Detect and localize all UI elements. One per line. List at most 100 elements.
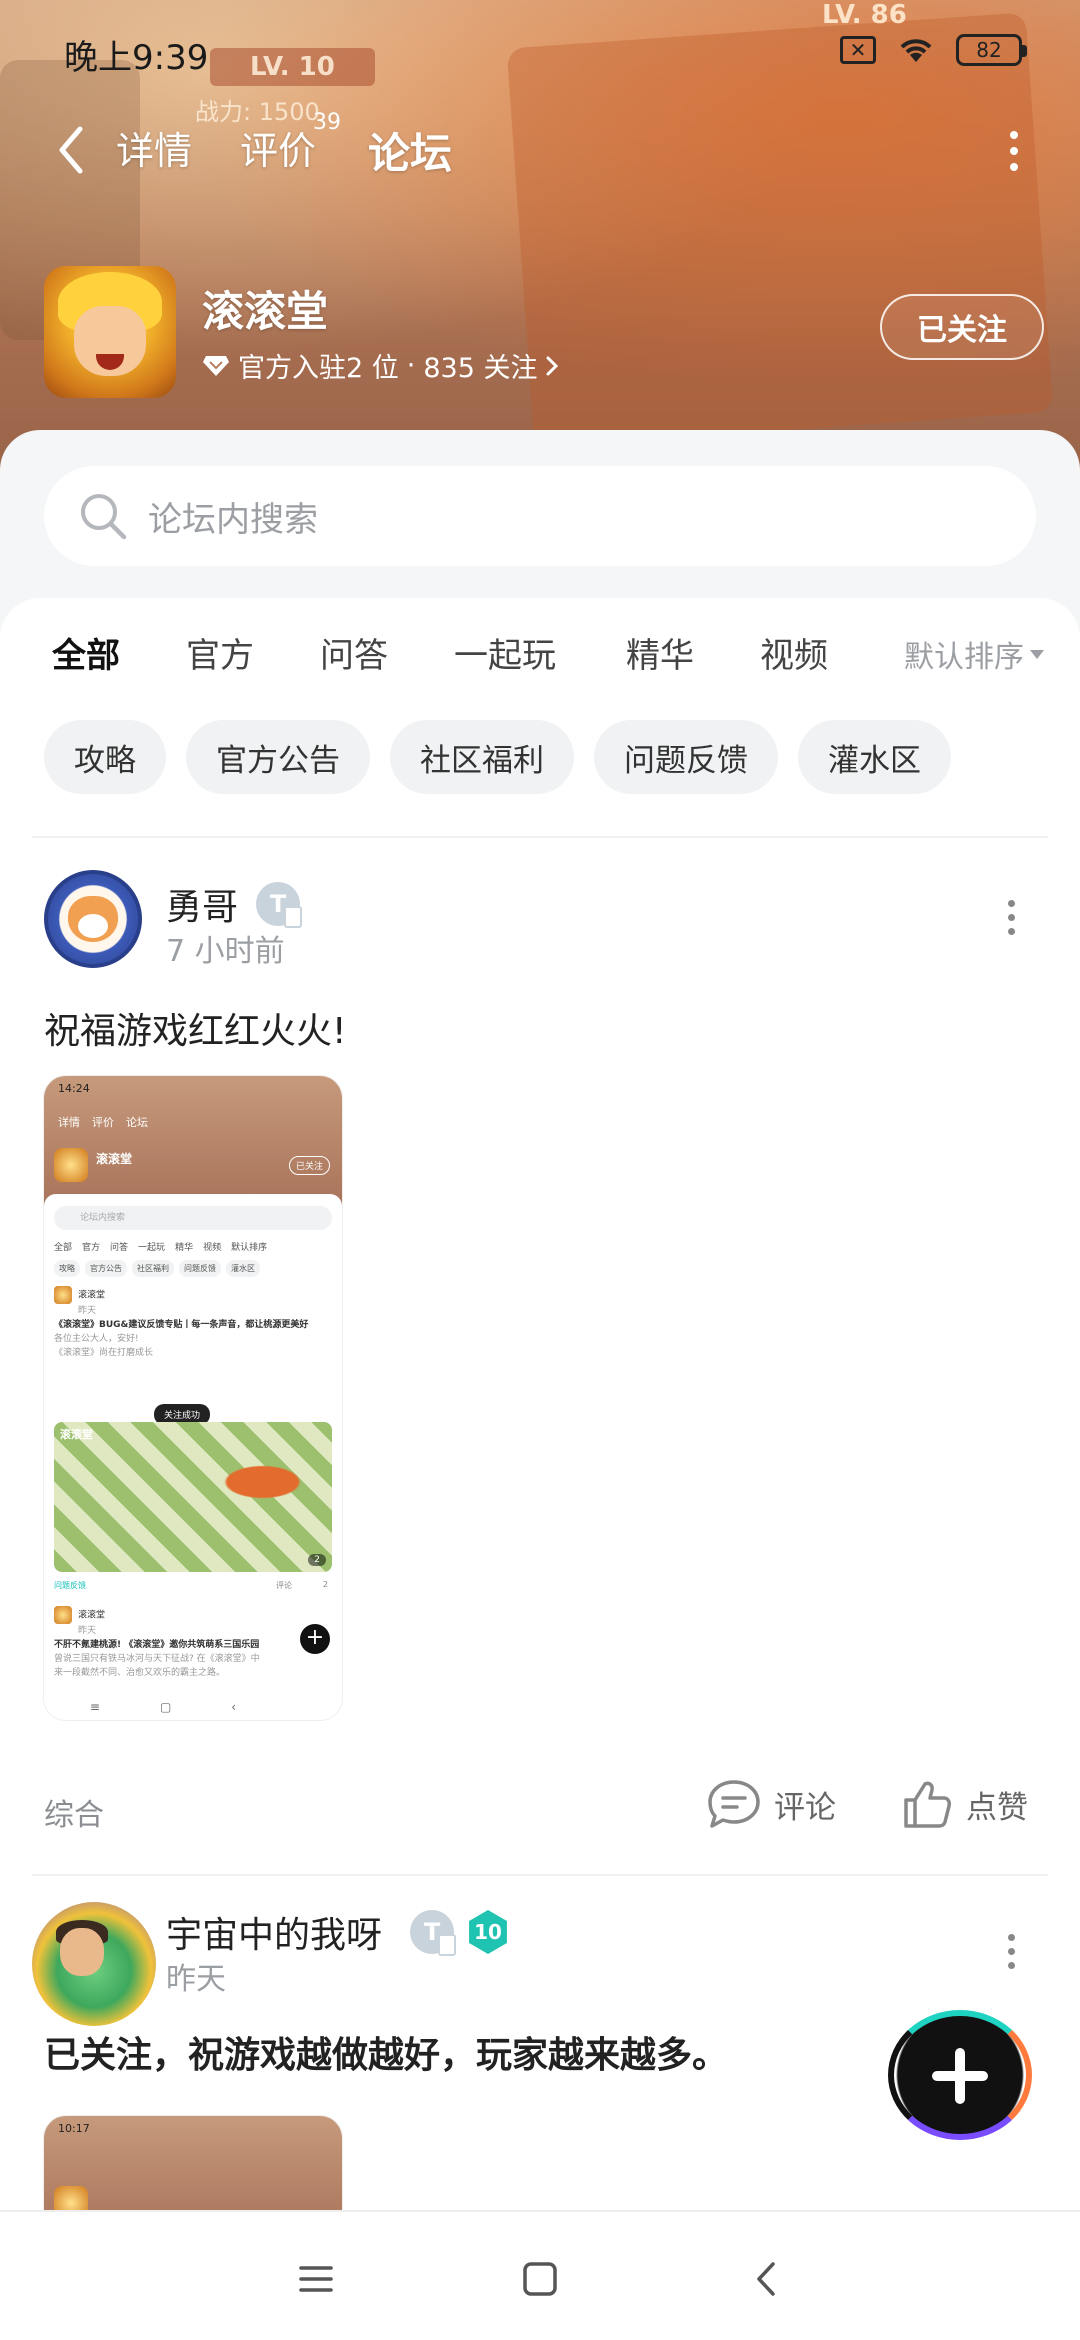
create-post-button[interactable] <box>888 2010 1032 2140</box>
dropdown-arrow-icon <box>1030 649 1044 659</box>
category-tab-video[interactable]: 视频 <box>760 628 828 677</box>
post-image[interactable]: 10:17 <box>44 2116 342 2210</box>
system-navigation-bar <box>0 2210 1080 2340</box>
chip-chat-zone[interactable]: 灌水区 <box>798 720 951 794</box>
thumb-time-label: 昨天 <box>78 1626 97 1636</box>
category-tab-official[interactable]: 官方 <box>186 628 254 677</box>
comment-button[interactable]: 评论 <box>706 1778 836 1830</box>
home-button[interactable] <box>510 2254 570 2304</box>
thumb-plus-icon: + <box>300 1624 330 1654</box>
chip-announcements[interactable]: 官方公告 <box>186 720 370 794</box>
thumb-search: 论坛内搜索 <box>54 1206 332 1230</box>
reviews-count-badge: 39 <box>313 110 341 135</box>
thumb-cat: 默认排序 <box>231 1243 268 1253</box>
recent-apps-button[interactable] <box>286 2254 346 2304</box>
thumb-avatar <box>54 1286 72 1304</box>
chevron-right-icon <box>546 356 559 375</box>
thumbs-up-icon <box>904 1781 951 1828</box>
thumb-time: 14:24 <box>58 1082 90 1095</box>
official-count: 官方入驻2 位 <box>238 353 399 384</box>
topic-chips: 攻略 官方公告 社区福利 问题反馈 灌水区 <box>44 720 951 794</box>
back-chevron-icon <box>757 2262 775 2296</box>
avatar[interactable] <box>32 1902 156 2026</box>
level-badge: 10 <box>469 1910 507 1954</box>
thumb-comment: 评论 <box>276 1581 292 1590</box>
thumb-tab: 论坛 <box>126 1116 148 1129</box>
comment-icon <box>708 1780 760 1828</box>
like-button[interactable]: 点赞 <box>900 1778 1028 1830</box>
verified-t-badge-icon: T <box>256 882 302 928</box>
chip-guides[interactable]: 攻略 <box>44 720 166 794</box>
post-image[interactable]: 14:24 详情 评价 论坛 滚滚堂 已关注 论坛内搜索 全部 官方 问答 一起… <box>44 1076 342 1720</box>
thumb-chip: 社区福利 <box>132 1260 174 1277</box>
thumb-post-line: 曾说三国只有铁马冰河与天下征战? 在《滚滚堂》中 <box>54 1654 260 1664</box>
comment-label: 评论 <box>774 1789 836 1826</box>
status-bar: 晚上9:39 ✕ 82 <box>0 0 1080 100</box>
thumb-cat: 全部 <box>54 1243 73 1253</box>
category-tab-qa[interactable]: 问答 <box>320 628 388 677</box>
thumb-likes: 2 <box>322 1580 328 1589</box>
like-label: 点赞 <box>966 1789 1028 1826</box>
thumb-avatar <box>54 1606 72 1624</box>
thumb-image-label: 滚滚堂 <box>60 1428 93 1441</box>
chip-community-benefits[interactable]: 社区福利 <box>390 720 574 794</box>
thumb-post-title: 不肝不氪建桃源! 《滚滚堂》邀你共筑萌系三国乐园 <box>54 1640 260 1650</box>
thumb-image-count: 2 <box>308 1554 326 1566</box>
thumb-game-name: 滚滚堂 <box>96 1152 133 1166</box>
status-time: 晚上9:39 <box>64 38 209 78</box>
post-time: 7 小时前 <box>166 934 285 969</box>
thumb-follow: 已关注 <box>288 1156 330 1175</box>
system-back-button[interactable] <box>736 2254 796 2304</box>
game-info: 滚滚堂 官方入驻2 位 · 835 关注 已关注 <box>44 266 1044 406</box>
tab-forum[interactable]: 论坛 <box>368 120 453 183</box>
back-button[interactable] <box>46 120 96 180</box>
thumb-author: 滚滚堂 <box>78 1610 106 1621</box>
follow-button[interactable]: 已关注 <box>880 294 1044 360</box>
avatar[interactable] <box>44 870 142 968</box>
thumb-chip: 灌水区 <box>226 1260 260 1277</box>
post-category-tag[interactable]: 综合 <box>44 1790 104 1834</box>
category-tab-all[interactable]: 全部 <box>52 628 120 681</box>
thumb-game-icon <box>54 2186 88 2210</box>
forum-feed: 全部 官方 问答 一起玩 精华 视频 默认排序 攻略 官方公告 社区福利 问题反… <box>0 598 1080 2210</box>
thumb-post-line: 各位主公大人，安好! <box>54 1334 139 1344</box>
thumb-time: 10:17 <box>58 2122 90 2135</box>
thumb-post-line: 《滚滚堂》尚在打磨成长 <box>54 1348 154 1358</box>
thumb-nav: ≡▢‹ <box>89 1700 297 1714</box>
category-tab-featured[interactable]: 精华 <box>626 628 694 677</box>
game-name: 滚滚堂 <box>202 287 329 336</box>
sort-label: 默认排序 <box>904 640 1024 675</box>
tab-details[interactable]: 详情 <box>116 120 192 175</box>
tab-reviews[interactable]: 评价 <box>240 120 316 175</box>
thumb-game-icon <box>54 1148 88 1182</box>
thumb-tag: 问题反馈 <box>54 1581 86 1590</box>
sort-dropdown[interactable]: 默认排序 <box>904 632 1044 676</box>
sim-off-icon: ✕ <box>840 36 876 64</box>
more-options-button[interactable] <box>994 126 1034 176</box>
more-vertical-icon <box>1007 899 1015 907</box>
chip-feedback[interactable]: 问题反馈 <box>594 720 778 794</box>
wifi-icon <box>900 39 932 62</box>
game-meta[interactable]: 官方入驻2 位 · 835 关注 <box>202 346 559 385</box>
diamond-icon <box>203 355 229 376</box>
search-placeholder: 论坛内搜索 <box>148 499 318 540</box>
thumb-chip: 攻略 <box>54 1260 80 1277</box>
menu-icon <box>299 2266 333 2292</box>
category-tabs: 全部 官方 问答 一起玩 精华 视频 默认排序 <box>0 628 1080 698</box>
post-author[interactable]: 勇哥 <box>166 878 238 930</box>
post-more-button[interactable] <box>996 892 1026 942</box>
game-icon[interactable] <box>44 266 176 398</box>
post-author[interactable]: 宇宙中的我呀 <box>166 1906 382 1958</box>
divider <box>32 1874 1048 1876</box>
category-tab-play-together[interactable]: 一起玩 <box>454 628 556 677</box>
forum-search-input[interactable]: 论坛内搜索 <box>44 466 1036 566</box>
more-vertical-icon <box>1010 131 1018 139</box>
search-icon <box>81 494 127 540</box>
thumb-cat: 官方 <box>82 1243 101 1253</box>
thumb-chip: 官方公告 <box>85 1260 127 1277</box>
post-more-button[interactable] <box>996 1926 1026 1976</box>
top-navigation: 详情 评价 39 论坛 <box>0 110 1080 190</box>
post-card[interactable]: 勇哥 T 7 小时前 祝福游戏红红火火! 14:24 详情 评价 论坛 滚滚堂 … <box>0 870 1080 1720</box>
home-square-icon <box>523 2262 557 2296</box>
game-hero-banner: LV. 10 战力: 1500 LV. 86 晚上9:39 ✕ 82 详情 评价… <box>0 0 1080 470</box>
